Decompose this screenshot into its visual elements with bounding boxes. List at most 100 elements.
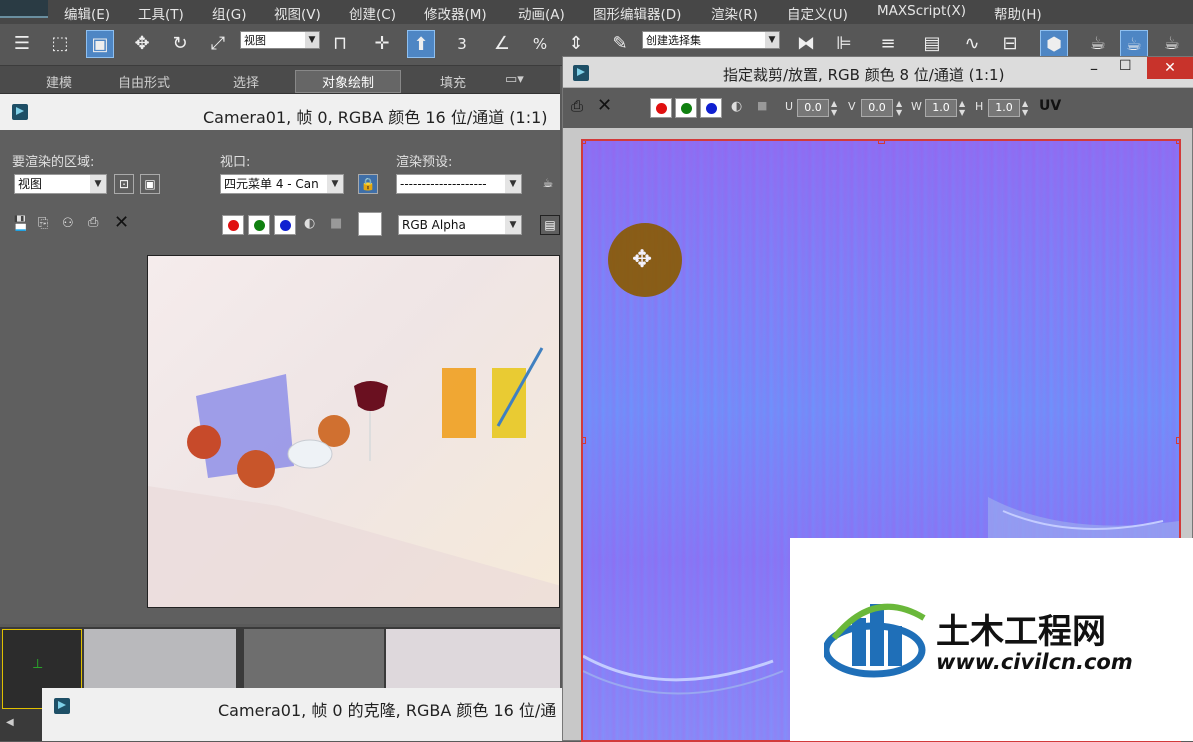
app-logo[interactable]	[0, 0, 48, 18]
alpha-channel-icon[interactable]: ◐	[304, 216, 315, 231]
render-production-icon[interactable]: ☕	[1158, 30, 1186, 58]
print-icon[interactable]: ⎙	[571, 97, 583, 115]
background-color-swatch[interactable]	[358, 212, 382, 236]
percent-snap-icon[interactable]: %	[526, 30, 554, 58]
alpha-channel-icon[interactable]: ◐	[731, 99, 742, 114]
menu-maxscript[interactable]: MAXScript(X)	[877, 3, 966, 19]
keyboard-shortcut-icon[interactable]: ⬆	[407, 30, 435, 58]
angle-snap-icon[interactable]: ∠	[488, 30, 516, 58]
crop-window-titlebar: 指定裁剪/放置, RGB 颜色 8 位/通道 (1:1) – ☐ ✕	[563, 57, 1193, 88]
menu-create[interactable]: 创建(C)	[349, 3, 396, 23]
v-label: V	[848, 100, 856, 113]
rect-selection-icon[interactable]: ⬚	[46, 30, 74, 58]
watermark-logo: 土木工程网 www.civilcn.com	[790, 538, 1193, 741]
scene-explorer-icon[interactable]: ▤	[918, 30, 946, 58]
tab-object-paint[interactable]: 对象绘制	[295, 70, 402, 93]
select-manipulate-icon[interactable]: ✛	[368, 30, 396, 58]
watermark-name: 土木工程网	[936, 612, 1106, 652]
rendered-frame-window-icon[interactable]: ☕	[1120, 30, 1148, 58]
menu-modifiers[interactable]: 修改器(M)	[424, 3, 487, 23]
apple-1	[187, 425, 221, 459]
green-channel-button[interactable]	[675, 98, 697, 118]
chevron-down-icon: ▼	[505, 175, 521, 193]
ribbon-tabs: 建模 自由形式 选择 对象绘制 填充 ▭▾	[0, 66, 560, 94]
render-setup-icon[interactable]: ☕	[1084, 30, 1112, 58]
material-editor-icon[interactable]: ⬢	[1040, 30, 1068, 58]
v-spinner[interactable]: 0.0	[861, 99, 893, 117]
menu-animation[interactable]: 动画(A)	[518, 3, 565, 23]
print-icon[interactable]: ⎙	[88, 215, 98, 230]
rendered-image	[147, 255, 560, 608]
window-crossing-icon[interactable]: ▣	[86, 30, 114, 58]
menu-help[interactable]: 帮助(H)	[994, 3, 1042, 23]
blue-channel-button[interactable]	[274, 215, 296, 235]
monochrome-icon[interactable]: ■	[757, 99, 767, 112]
red-channel-button[interactable]	[650, 98, 672, 118]
blue-channel-button[interactable]	[700, 98, 722, 118]
u-spinner-arrows-icon[interactable]: ▲ ▼	[831, 99, 837, 117]
w-spinner-arrows-icon[interactable]: ▲ ▼	[959, 99, 965, 117]
menu-tools[interactable]: 工具(T)	[138, 3, 184, 23]
reference-coordinate-select[interactable]: 视图 ▼	[240, 31, 320, 49]
minimize-button[interactable]: –	[1090, 59, 1098, 78]
uv-toggle-button[interactable]: UV	[1039, 98, 1061, 114]
lock-icon[interactable]: 🔒	[358, 174, 378, 194]
clear-icon[interactable]: ✕	[597, 95, 612, 116]
glass-bowl	[287, 439, 333, 469]
select-object-icon[interactable]: ☰	[8, 30, 36, 58]
rotate-icon[interactable]: ↻	[166, 30, 194, 58]
pivot-icon[interactable]: ⊓	[326, 30, 354, 58]
named-selection-set-select[interactable]: 创建选择集 ▼	[642, 31, 780, 49]
orange-juice-glass	[442, 368, 476, 438]
auto-region-icon[interactable]: ▣	[140, 174, 160, 194]
menu-edit[interactable]: 编辑(E)	[64, 3, 110, 23]
wine-glass	[354, 381, 388, 411]
v-spinner-arrows-icon[interactable]: ▲ ▼	[896, 99, 902, 117]
u-spinner[interactable]: 0.0	[797, 99, 829, 117]
spinner-snap-icon[interactable]: ⇕	[562, 30, 590, 58]
snap-toggle-icon[interactable]: 3	[448, 30, 476, 58]
tab-modeling[interactable]: 建模	[46, 72, 72, 91]
monochrome-icon[interactable]: ■	[330, 216, 342, 231]
menu-group[interactable]: 组(G)	[212, 3, 247, 23]
tab-freeform[interactable]: 自由形式	[118, 72, 170, 91]
menu-view[interactable]: 视图(V)	[274, 3, 321, 23]
h-spinner[interactable]: 1.0	[988, 99, 1020, 117]
red-channel-button[interactable]	[222, 215, 244, 235]
schematic-view-icon[interactable]: ⊟	[996, 30, 1024, 58]
menu-customize[interactable]: 自定义(U)	[787, 3, 848, 23]
copy-image-icon[interactable]: ⎘	[38, 216, 48, 231]
scale-icon[interactable]: ⤢	[204, 30, 232, 58]
layer-manager-icon[interactable]: ≡	[874, 30, 902, 58]
viewport-select[interactable]: 四元菜单 4 - Can ▼	[220, 174, 344, 194]
menu-bar: 编辑(E) 工具(T) 组(G) 视图(V) 创建(C) 修改器(M) 动画(A…	[0, 0, 1193, 24]
crop-window-title: 指定裁剪/放置, RGB 颜色 8 位/通道 (1:1)	[723, 66, 1005, 84]
render-setup-icon[interactable]: ☕	[538, 174, 558, 194]
chevron-down-icon: ▼	[327, 175, 343, 193]
tab-selection[interactable]: 选择	[233, 72, 259, 91]
green-channel-button[interactable]	[248, 215, 270, 235]
display-channel-select[interactable]: RGB Alpha ▼	[398, 215, 522, 235]
w-spinner[interactable]: 1.0	[925, 99, 957, 117]
toggle-toolbar-icon[interactable]: ▤	[540, 215, 560, 235]
tab-populate[interactable]: 填充	[440, 72, 466, 91]
edit-region-icon[interactable]: ⊡	[114, 174, 134, 194]
area-to-render-select[interactable]: 视图 ▼	[14, 174, 107, 194]
save-image-icon[interactable]: 💾	[12, 216, 29, 232]
scroll-left-icon[interactable]: ◀	[6, 717, 14, 728]
h-spinner-arrows-icon[interactable]: ▲ ▼	[1022, 99, 1028, 117]
close-button[interactable]: ✕	[1147, 57, 1193, 79]
ribbon-options-icon[interactable]: ▭▾	[505, 72, 524, 87]
menu-graph-editors[interactable]: 图形编辑器(D)	[593, 3, 681, 23]
chevron-down-icon: ▼	[305, 32, 319, 48]
menu-rendering[interactable]: 渲染(R)	[711, 3, 758, 23]
maximize-button[interactable]: ☐	[1119, 58, 1132, 74]
clear-icon[interactable]: ✕	[114, 212, 129, 233]
align-icon[interactable]: ⊫	[830, 30, 858, 58]
render-preset-select[interactable]: -------------------- ▼	[396, 174, 522, 194]
clone-window-icon[interactable]: ⚇	[62, 216, 74, 231]
move-icon[interactable]: ✥	[128, 30, 156, 58]
curve-editor-icon[interactable]: ∿	[958, 30, 986, 58]
edit-named-selection-icon[interactable]: ✎	[606, 30, 634, 58]
mirror-icon[interactable]: ⧓	[792, 30, 820, 58]
